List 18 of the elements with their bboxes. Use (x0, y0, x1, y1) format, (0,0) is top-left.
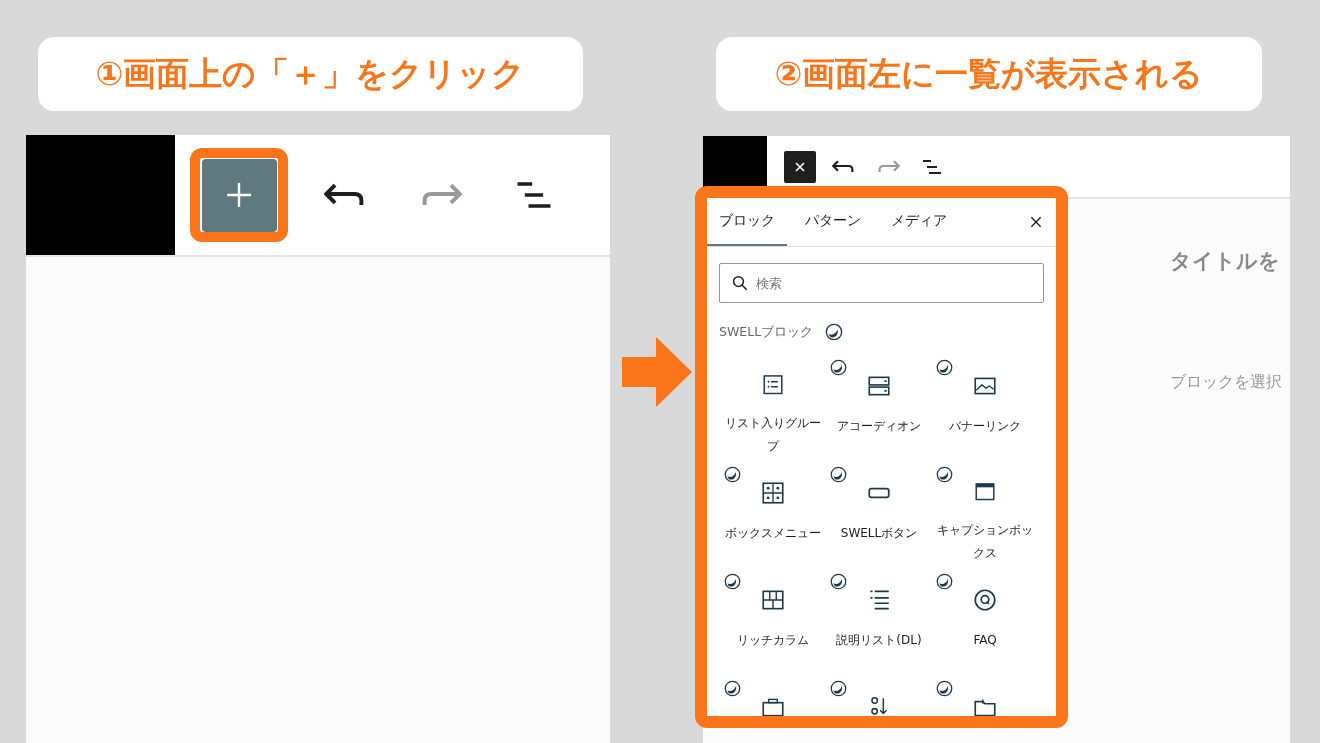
block-item[interactable]: ボックスメニュー (720, 462, 826, 565)
inserter-tab[interactable]: ブロック (707, 198, 787, 246)
step-caption: ②画面左に一覧が表示される (716, 37, 1262, 111)
inserter-tab[interactable]: パターン (793, 198, 873, 246)
search-field[interactable]: 検索 (719, 263, 1044, 303)
block-item[interactable]: SWELLボタン (826, 462, 932, 565)
block-item[interactable]: FAQ (932, 569, 1038, 672)
inserter-tab[interactable]: メディア (879, 198, 959, 246)
step-caption: ①画面上の「＋」をクリック (38, 37, 583, 111)
block-item[interactable]: リスト入りグループ (720, 355, 826, 458)
block-hint: ブロックを選択 (1170, 372, 1282, 393)
block-item[interactable]: アコーディオン (826, 355, 932, 458)
block-item[interactable]: 説明リスト(DL) (826, 569, 932, 672)
block-item[interactable]: バナーリンク (932, 355, 1038, 458)
title-field[interactable]: タイトルを (1170, 249, 1288, 273)
block-item[interactable]: リッチカラム (720, 569, 826, 672)
block-item[interactable]: キャプションボックス (932, 462, 1038, 565)
section-heading: SWELLブロック (719, 323, 814, 341)
